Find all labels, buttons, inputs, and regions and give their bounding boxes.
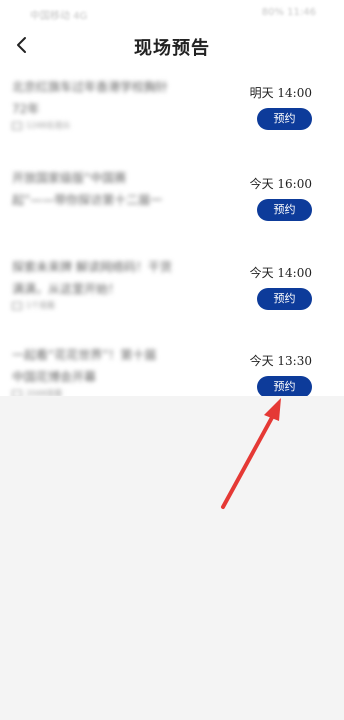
event-info: 北京红旗车过年香港学校胸针 72年 1248名观众 [12, 76, 222, 131]
carrier-text: 中国移动 4G [30, 11, 88, 22]
event-title-line: 探索未来牌 解读网络码！干货 [12, 260, 172, 274]
event-title-line: 中国花博会开幕 [12, 370, 97, 384]
event-time: 明天 14:00 [249, 86, 312, 100]
reserve-button[interactable]: 预约 [257, 199, 312, 221]
event-time: 今天 16:00 [249, 177, 312, 191]
nav-bar: 现场预告 [0, 28, 344, 64]
event-title-line: 起”——带你探访第十二届一 [12, 193, 163, 207]
list-item[interactable]: 探索未来牌 解读网络码！干货 满满，从这里开始！ 1个观看 今天 14:00 预… [0, 246, 344, 336]
event-time: 今天 14:00 [249, 266, 312, 280]
event-info: 一起看“花花世界”！第十届 中国花博会开幕 2048观看 [12, 344, 222, 399]
event-time: 今天 13:30 [249, 354, 312, 368]
event-info: 探索未来牌 解读网络码！干货 满满，从这里开始！ 1个观看 [12, 256, 222, 311]
play-icon [12, 301, 22, 310]
viewer-count: 1248名观众 [26, 121, 71, 130]
list-item[interactable]: 北京红旗车过年香港学校胸针 72年 1248名观众 明天 14:00 预约 [0, 66, 344, 156]
event-title-line: 满满，从这里开始！ [12, 282, 121, 296]
page-title: 现场预告 [134, 38, 210, 59]
empty-area [0, 396, 344, 720]
event-title-line: 开放国家级版“中国赛 [12, 171, 127, 185]
reserve-button[interactable]: 预约 [257, 108, 312, 130]
event-meta: 1248名观众 [12, 120, 222, 131]
status-bar: 中国移动 4G 80% 11:46 [0, 0, 344, 28]
event-info: 开放国家级版“中国赛 起”——带你探访第十二届一 [12, 167, 222, 211]
event-title-line: 一起看“花花世界”！第十届 [12, 348, 157, 362]
event-meta: 1个观看 [12, 300, 222, 311]
list-item[interactable]: 开放国家级版“中国赛 起”——带你探访第十二届一 今天 16:00 预约 [0, 157, 344, 247]
preview-list: 北京红旗车过年香港学校胸针 72年 1248名观众 明天 14:00 预约 开放… [0, 66, 344, 398]
reserve-button[interactable]: 预约 [257, 376, 312, 398]
event-title-line: 北京红旗车过年香港学校胸针 [12, 80, 169, 94]
play-icon [12, 121, 22, 130]
event-title-line: 72年 [12, 102, 40, 116]
status-indicators: 80% 11:46 [261, 7, 316, 18]
reserve-button[interactable]: 预约 [257, 288, 312, 310]
viewer-count: 1个观看 [26, 301, 56, 310]
